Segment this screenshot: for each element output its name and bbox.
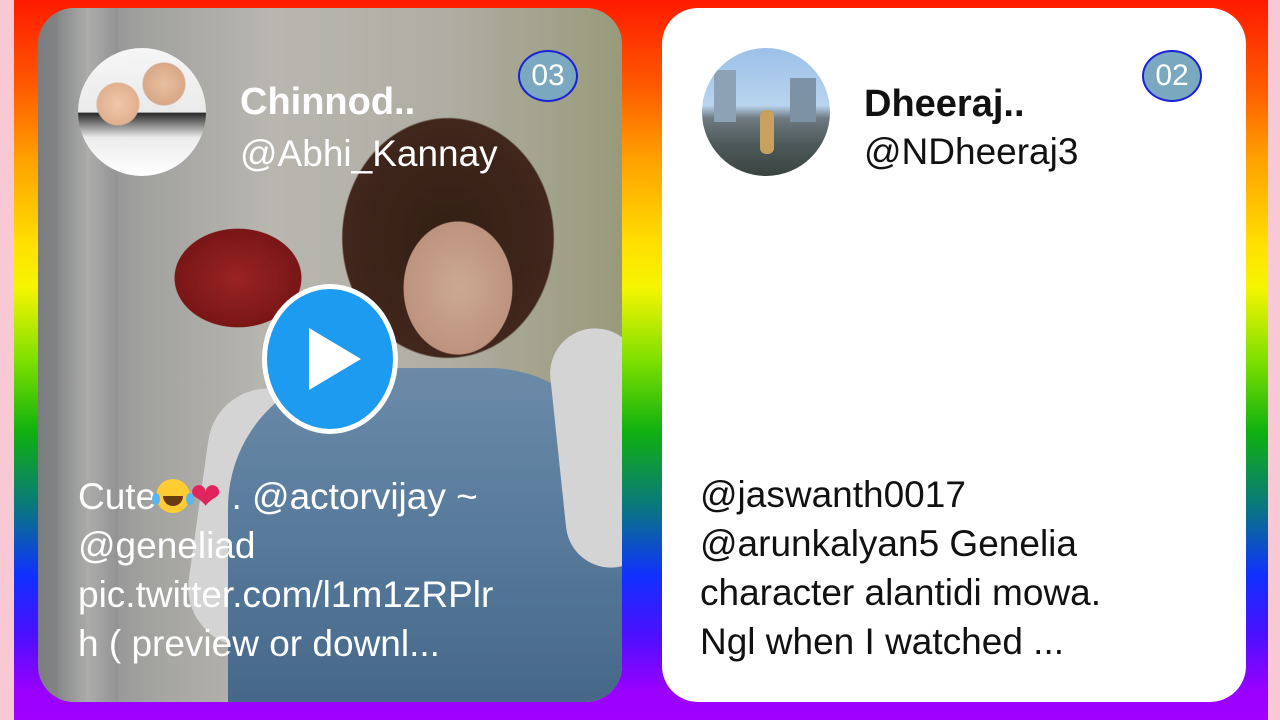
user-handle[interactable]: @Abhi_Kannay bbox=[240, 132, 508, 176]
avatar[interactable] bbox=[702, 48, 830, 176]
tweet-line: Cute ❤ . @actorvijay ~ bbox=[78, 476, 478, 517]
tweet-link[interactable]: pic.twitter.com/l1m1zRPlr bbox=[78, 570, 608, 619]
tweet-line: @arunkalyan5 Genelia bbox=[700, 523, 1077, 564]
play-button[interactable] bbox=[262, 284, 398, 434]
tweet-card-1[interactable]: Chinnod.. @Abhi_Kannay 03 Cute ❤ . @actor… bbox=[38, 8, 622, 702]
rank-badge: 02 bbox=[1142, 50, 1202, 102]
tweet-line: h ( preview or downl... bbox=[78, 623, 440, 664]
tweet-line: @geneliad bbox=[78, 525, 256, 566]
laughing-tears-emoji-icon bbox=[152, 479, 191, 513]
heart-icon: ❤ bbox=[190, 476, 222, 517]
play-icon bbox=[309, 328, 361, 390]
tweet-line: @jaswanth0017 bbox=[700, 474, 966, 515]
display-name: Dheeraj.. bbox=[864, 83, 1025, 125]
user-handle[interactable]: @NDheeraj3 bbox=[864, 130, 1078, 174]
tweet-card-2[interactable]: Dheeraj.. @NDheeraj3 02 @jaswanth0017 @a… bbox=[662, 8, 1246, 702]
display-name: Chinnod.. bbox=[240, 81, 416, 123]
avatar[interactable] bbox=[78, 48, 206, 176]
tweet-text: Cute ❤ . @actorvijay ~ @geneliad pic.twit… bbox=[78, 472, 608, 668]
tweet-line: Ngl when I watched ... bbox=[700, 621, 1065, 662]
tweet-line: character alantidi mowa. bbox=[700, 572, 1102, 613]
rank-badge: 03 bbox=[518, 50, 578, 102]
tweet-text: @jaswanth0017 @arunkalyan5 Genelia chara… bbox=[700, 470, 1230, 666]
